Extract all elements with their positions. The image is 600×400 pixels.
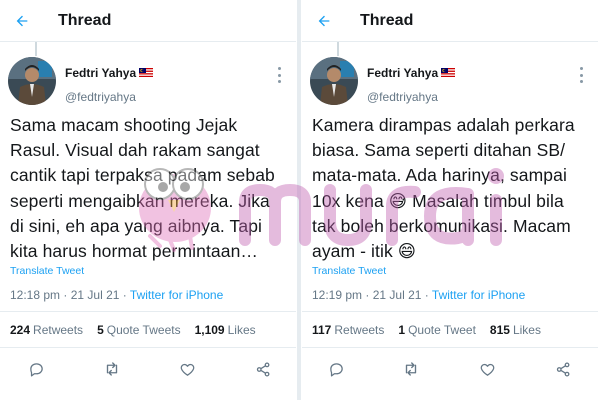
retweets-count: 117 [312, 323, 332, 337]
translate-tweet-link[interactable]: Translate Tweet [10, 265, 84, 277]
likes-count: 815 [489, 323, 510, 337]
retweets-stat[interactable]: 117 Retweets [312, 323, 384, 337]
share-icon[interactable] [254, 360, 272, 378]
reply-icon[interactable] [27, 360, 45, 378]
likes-stat[interactable]: 815 Likes [490, 323, 541, 337]
malaysia-flag-icon [441, 64, 456, 82]
tweet-line: Kamera dirampas adalah perkara [312, 115, 575, 135]
retweets-label: Retweets [33, 323, 84, 337]
tweet-meta: 12:18 pm · 21 Jul 21 · Twitter for iPhon… [10, 288, 223, 302]
tweet-stats: 224 Retweets 5 Quote Tweets 1,109 Likes [10, 323, 270, 337]
quote-tweets-stat[interactable]: 1 Quote Tweet [398, 323, 476, 337]
meta-separator: · [365, 288, 373, 302]
retweet-icon[interactable] [103, 360, 121, 378]
share-icon[interactable] [554, 360, 572, 378]
tweet-line: ayam - itik 😄 [312, 241, 417, 262]
tweet-text: Sama macam shooting Jejak Rasul. Visual … [10, 113, 290, 264]
reply-icon[interactable] [327, 360, 345, 378]
meta-separator: · [122, 288, 130, 302]
avatar[interactable] [310, 57, 358, 105]
display-name[interactable]: Fedtri Yahya [65, 66, 136, 80]
tweet-line: Rasul. Visual dah rakam sangat [10, 140, 260, 161]
author-names: Fedtri Yahya @fedtriyahya [65, 64, 154, 104]
tweet-line: mata-mata. Ada harinya, sampai [312, 165, 567, 186]
divider [302, 311, 598, 312]
panel-divider [297, 0, 301, 400]
more-options-icon[interactable] [276, 67, 282, 83]
author-names: Fedtri Yahya @fedtriyahya [367, 64, 456, 104]
quotes-count: 5 [97, 323, 104, 337]
like-heart-icon[interactable] [178, 360, 196, 378]
meta-separator: · [63, 288, 71, 302]
tweet-stats: 117 Retweets 1 Quote Tweet 815 Likes [312, 323, 555, 337]
tweet-time: 12:18 pm [10, 288, 61, 302]
likes-count: 1,109 [194, 323, 225, 337]
tweet-date: 21 Jul 21 [372, 288, 422, 302]
thread-panel-right: Thread Fedtri Yahya @fedtriyahya Kamera … [302, 0, 598, 400]
malaysia-flag-icon [139, 64, 154, 82]
tweet-client-link[interactable]: Twitter for iPhone [432, 288, 525, 302]
tweet-line: di sini, eh apa yang aibnya. Tapi [10, 215, 263, 236]
thread-connector-line [337, 42, 339, 56]
tweet-line: tak boleh berkomunikasi. Macam [312, 215, 571, 236]
page-title: Thread [58, 11, 112, 29]
tweet-line: cantik tapi terpaksa padam sebab [10, 165, 275, 186]
translate-tweet-link[interactable]: Translate Tweet [312, 265, 386, 277]
tweet-meta: 12:19 pm · 21 Jul 21 · Twitter for iPhon… [312, 288, 525, 302]
back-arrow-icon[interactable] [12, 11, 32, 31]
tweet-line: kita harus hormat permintaan… [10, 241, 259, 262]
author-handle[interactable]: @fedtriyahya [65, 90, 153, 104]
tweet-text: Kamera dirampas adalah perkara biasa. Sa… [312, 113, 592, 264]
back-arrow-icon[interactable] [314, 11, 334, 31]
quote-tweets-stat[interactable]: 5 Quote Tweets [97, 323, 181, 337]
top-bar: Thread [0, 0, 296, 42]
likes-stat[interactable]: 1,109 Likes [195, 323, 256, 337]
top-bar: Thread [302, 0, 598, 42]
tweet-actions [0, 360, 296, 382]
tweet-actions [302, 360, 598, 382]
likes-label: Likes [227, 323, 256, 337]
retweets-label: Retweets [334, 323, 385, 337]
tweet-line: 10x kena 😅 Masalah timbul bila [312, 190, 564, 211]
retweets-count: 224 [10, 323, 31, 337]
retweet-icon[interactable] [402, 360, 420, 378]
display-name[interactable]: Fedtri Yahya [367, 66, 438, 80]
like-heart-icon[interactable] [478, 360, 496, 378]
divider [302, 347, 598, 348]
meta-separator: · [424, 288, 432, 302]
tweet-date: 21 Jul 21 [70, 288, 120, 302]
tweet-author: Fedtri Yahya @fedtriyahya [310, 57, 592, 111]
retweets-stat[interactable]: 224 Retweets [10, 323, 83, 337]
tweet-client-link[interactable]: Twitter for iPhone [130, 288, 223, 302]
divider [0, 347, 296, 348]
quotes-label: Quote Tweets [106, 323, 181, 337]
more-options-icon[interactable] [578, 67, 584, 83]
tweet-line: biasa. Sama seperti ditahan SB/ [312, 140, 566, 161]
thread-panel-left: Thread Fedtri Yahya @fedtriyahya Sama ma… [0, 0, 296, 400]
tweet-line: seperti mengaibkan mereka. Jika [10, 190, 270, 211]
quotes-label: Quote Tweet [408, 323, 476, 337]
divider [0, 311, 296, 312]
author-handle[interactable]: @fedtriyahya [367, 90, 455, 104]
avatar[interactable] [8, 57, 56, 105]
tweet-time: 12:19 pm [312, 288, 363, 302]
thread-connector-line [35, 42, 37, 56]
page-title: Thread [360, 11, 414, 29]
likes-label: Likes [512, 323, 541, 337]
tweet-line: Sama macam shooting Jejak [10, 115, 238, 135]
quotes-count: 1 [398, 323, 406, 337]
tweet-author: Fedtri Yahya @fedtriyahya [8, 57, 290, 111]
